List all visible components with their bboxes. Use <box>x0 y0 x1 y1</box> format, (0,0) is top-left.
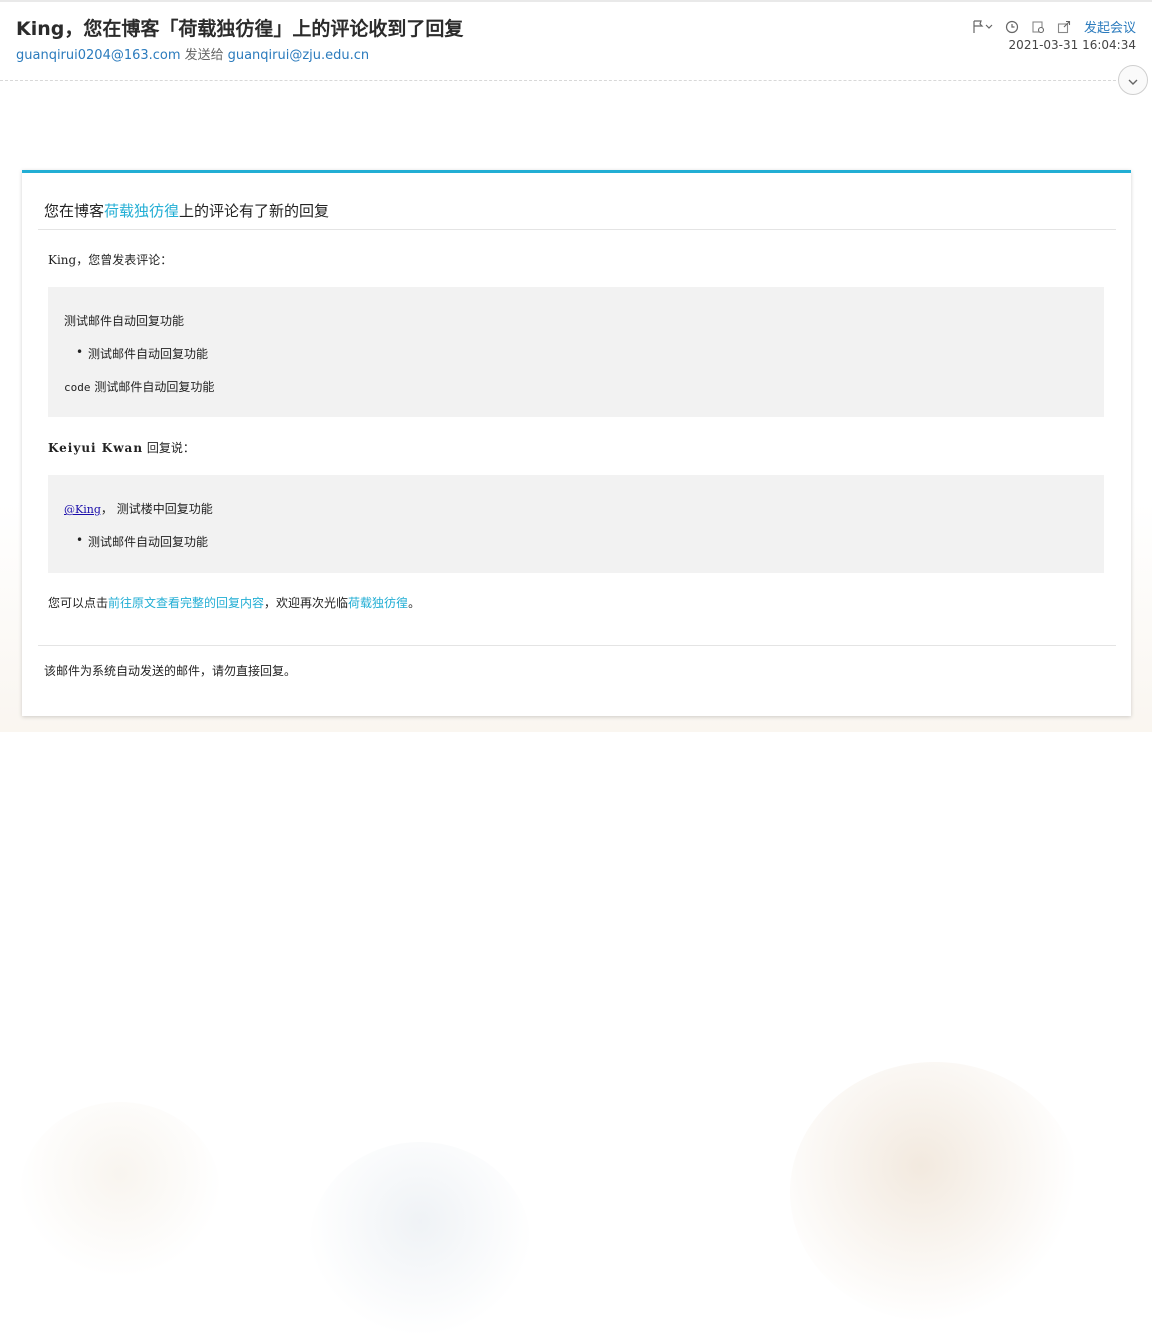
original-comment-block: 测试邮件自动回复功能 测试邮件自动回复功能 code 测试邮件自动回复功能 <box>48 287 1104 417</box>
top-border <box>0 0 1152 2</box>
code-text: code <box>64 381 91 394</box>
comment-bullet: 测试邮件自动回复功能 <box>76 345 208 362</box>
header-divider <box>0 80 1116 81</box>
mail-toolbar: 发起会议 <box>972 17 1136 36</box>
balloon-decoration <box>790 1062 1080 1322</box>
comment-line: 测试邮件自动回复功能 <box>64 314 185 328</box>
greeting-text: King，您曾发表评论： <box>48 253 173 267</box>
mail-header: King，您在博客「荷载独彷徨」上的评论收到了回复 guanqirui0204@… <box>16 14 1136 74</box>
reply-text: ， 测试楼中回复功能 <box>100 502 213 516</box>
footer-suffix: 。 <box>408 596 421 610</box>
auto-send-note: 该邮件为系统自动发送的邮件，请勿直接回复。 <box>44 664 297 678</box>
balloon-decoration <box>20 1102 220 1282</box>
sender-address[interactable]: guanqirui0204@163.com <box>16 48 181 63</box>
gear-icon[interactable] <box>1030 19 1046 35</box>
comment-code-line: code 测试邮件自动回复功能 <box>64 378 214 395</box>
expand-button[interactable] <box>1118 65 1148 95</box>
replier-name: Keiyui Kwan <box>48 441 144 455</box>
recipient-address[interactable]: guanqirui@zju.edu.cn <box>228 48 370 63</box>
footer-middle: ，欢迎再次光临 <box>264 596 349 610</box>
share-icon[interactable] <box>1056 19 1072 35</box>
notification-card: 您在博客荷载独彷徨上的评论有了新的回复 King，您曾发表评论： 测试邮件自动回… <box>22 170 1131 716</box>
view-original-link[interactable]: 前往原文查看完整的回复内容 <box>108 596 264 610</box>
replier-line: Keiyui Kwan 回复说： <box>48 439 195 456</box>
balloon-decoration <box>310 1142 530 1342</box>
send-to-label: 发送给 <box>184 48 224 63</box>
footer-prefix: 您可以点击 <box>48 596 109 610</box>
title-prefix: 您在博客 <box>44 202 105 220</box>
title-divider <box>38 229 1116 230</box>
mail-subject: King，您在博客「荷载独彷徨」上的评论收到了回复 <box>16 18 464 40</box>
reply-bullet: 测试邮件自动回复功能 <box>76 533 208 550</box>
blog-home-link[interactable]: 荷载独彷徨 <box>348 596 408 610</box>
footer-divider <box>38 645 1116 646</box>
title-suffix: 上的评论有了新的回复 <box>179 202 330 220</box>
mention-link[interactable]: @King <box>64 503 101 516</box>
address-line: guanqirui0204@163.com 发送给 guanqirui@zju.ed… <box>16 44 369 63</box>
footer-line: 您可以点击前往原文查看完整的回复内容，欢迎再次光临荷载独彷徨。 <box>48 594 420 611</box>
card-title: 您在博客荷载独彷徨上的评论有了新的回复 <box>44 200 329 221</box>
start-meeting-link[interactable]: 发起会议 <box>1084 17 1136 36</box>
comment-line-text: 测试邮件自动回复功能 <box>94 380 215 394</box>
reply-block: @King， 测试楼中回复功能 测试邮件自动回复功能 <box>48 475 1104 573</box>
chevron-down-icon <box>1127 71 1139 90</box>
clock-icon[interactable] <box>1004 19 1020 35</box>
reply-line: @King， 测试楼中回复功能 <box>64 500 213 517</box>
replier-suffix: 回复说： <box>146 441 195 455</box>
blog-name-link[interactable]: 荷载独彷徨 <box>104 202 179 220</box>
flag-icon[interactable] <box>972 19 994 35</box>
mail-datetime: 2021-03-31 16:04:34 <box>1008 38 1136 52</box>
